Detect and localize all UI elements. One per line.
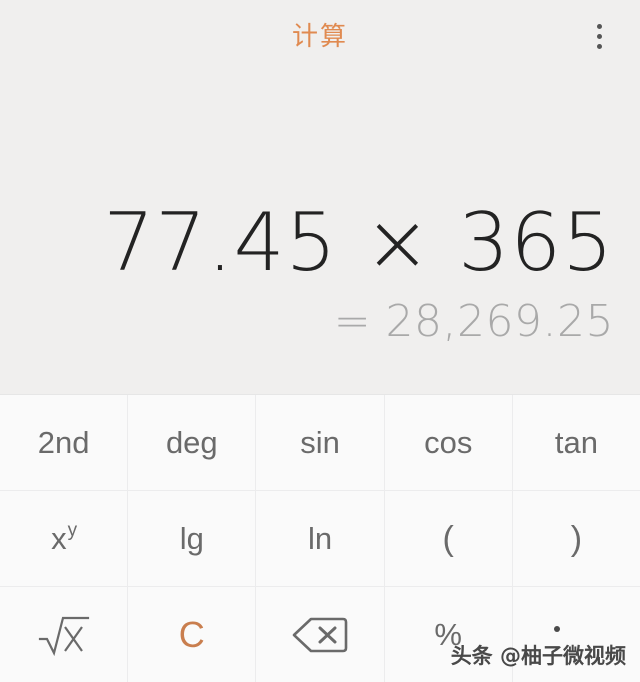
key-exponent: y [67, 520, 78, 541]
key-label: ln [307, 521, 333, 556]
keypad-row: 2nd deg sin cos tan [0, 395, 640, 491]
keypad-row: C % [0, 587, 640, 682]
key-label: xy [51, 520, 78, 556]
key-label: ( [442, 519, 454, 558]
key-sqrt[interactable] [0, 587, 129, 682]
keypad-row: xy lg ln ( ) [0, 491, 640, 587]
calculator-display[interactable]: 77.45 × 365 = 28,269.25 [0, 72, 640, 394]
square-root-icon [38, 613, 90, 657]
key-base: x [51, 521, 67, 556]
page-title: 计算 [291, 21, 348, 51]
result-text: = 28,269.25 [333, 295, 614, 347]
key-label: sin [300, 425, 340, 460]
key-deg[interactable]: deg [128, 395, 257, 490]
backspace-icon [292, 615, 348, 655]
key-label: tan [554, 425, 598, 460]
expression-text: 77.45 × 365 [103, 195, 614, 289]
key-2nd[interactable]: 2nd [0, 395, 129, 490]
menu-dot [596, 33, 602, 39]
key-label: % [434, 617, 462, 652]
keypad: 2nd deg sin cos tan xy lg ln () C % [0, 394, 640, 682]
key-label: cos [424, 425, 473, 460]
key-cos[interactable]: cos [384, 395, 513, 490]
title-bar: 计算 [0, 0, 640, 72]
key-sin[interactable]: sin [256, 395, 385, 490]
key-log10[interactable]: lg [128, 491, 257, 586]
key-label: lg [179, 521, 204, 556]
more-vertical-icon[interactable] [586, 16, 612, 56]
key-paren-close[interactable]: ) [512, 491, 640, 586]
key-label: C [178, 613, 205, 655]
key-blank [512, 587, 640, 682]
key-tan[interactable]: tan [512, 395, 640, 490]
key-label: 2nd [37, 425, 90, 460]
key-paren-open[interactable]: ( [384, 491, 513, 586]
key-power[interactable]: xy [0, 491, 129, 586]
key-backspace[interactable] [256, 587, 385, 682]
key-ln[interactable]: ln [256, 491, 385, 586]
key-label: deg [165, 425, 218, 460]
key-percent[interactable]: % [384, 587, 513, 682]
menu-dot [596, 43, 602, 49]
menu-dot [596, 23, 602, 29]
key-clear[interactable]: C [128, 587, 257, 682]
key-label: ) [570, 519, 583, 558]
calculator-app: 计算 77.45 × 365 = 28,269.25 2nd deg sin c… [0, 0, 640, 682]
